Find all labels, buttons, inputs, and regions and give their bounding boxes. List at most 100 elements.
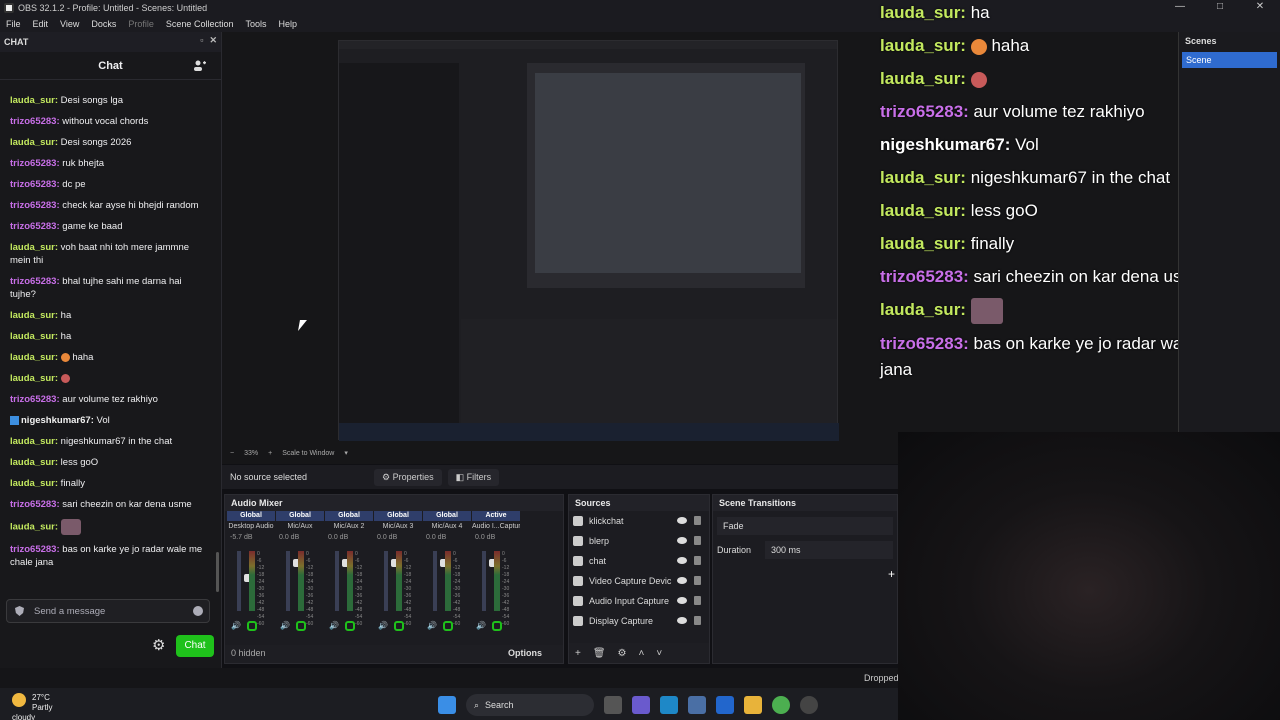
eye-icon[interactable] — [677, 617, 687, 624]
close-dock-icon[interactable]: ✕ — [209, 35, 217, 46]
chat-username[interactable]: lauda_sur: — [10, 137, 58, 148]
emote-picker-icon[interactable] — [193, 606, 203, 616]
channel-name[interactable]: Mic/Aux 2 — [325, 521, 373, 533]
headphones-icon[interactable] — [295, 621, 306, 631]
chat-username[interactable]: trizo65283: — [10, 544, 60, 555]
headphones-icon[interactable] — [393, 621, 404, 631]
scene-item[interactable]: Scene — [1182, 52, 1277, 68]
chat-input[interactable]: Send a message — [6, 599, 210, 623]
speaker-icon[interactable]: 🔊 — [231, 621, 241, 631]
speaker-icon[interactable]: 🔊 — [329, 621, 339, 631]
teams-icon[interactable] — [632, 696, 650, 714]
source-item[interactable]: Video Capture Devic — [569, 571, 709, 591]
chat-username[interactable]: trizo65283: — [10, 221, 60, 232]
channel-name[interactable]: Mic/Aux 3 — [374, 521, 422, 533]
lock-icon[interactable] — [694, 516, 701, 525]
menu-edit[interactable]: Edit — [27, 16, 55, 32]
channel-name[interactable]: Desktop Audio — [227, 521, 275, 533]
source-item[interactable]: Display Capture — [569, 611, 709, 631]
speaker-icon[interactable]: 🔊 — [280, 621, 290, 631]
duration-input[interactable]: 300 ms — [765, 541, 893, 559]
edge-icon[interactable] — [660, 696, 678, 714]
community-icon[interactable] — [193, 59, 207, 73]
channel-name[interactable]: Mic/Aux 4 — [423, 521, 471, 533]
speaker-icon[interactable]: 🔊 — [378, 621, 388, 631]
move-up-icon[interactable]: ˄ — [639, 648, 645, 659]
speaker-icon[interactable]: 🔊 — [476, 621, 486, 631]
zoom-out-button[interactable]: − — [230, 450, 234, 457]
chat-username[interactable]: trizo65283: — [10, 499, 60, 510]
filters-button[interactable]: ◧ Filters — [447, 468, 500, 486]
headphones-icon[interactable] — [491, 621, 502, 631]
volume-fader[interactable] — [335, 551, 352, 611]
chat-username[interactable]: lauda_sur: — [10, 478, 58, 489]
lock-icon[interactable] — [694, 536, 701, 545]
float-dock-icon[interactable]: ▫ — [200, 35, 203, 46]
menu-tools[interactable]: Tools — [239, 16, 272, 32]
source-item[interactable]: blerp — [569, 531, 709, 551]
chrome-icon[interactable] — [772, 696, 790, 714]
chevron-down-icon[interactable]: ▾ — [344, 449, 348, 457]
eye-icon[interactable] — [677, 517, 687, 524]
volume-fader[interactable] — [482, 551, 499, 611]
properties-button[interactable]: ⚙ Properties — [374, 468, 442, 486]
mail-icon[interactable] — [716, 696, 734, 714]
weather-widget[interactable]: 27°C Partly cloudy — [12, 693, 58, 720]
transition-select[interactable]: Fade — [717, 517, 893, 535]
volume-fader[interactable] — [237, 551, 254, 611]
start-icon[interactable] — [438, 696, 456, 714]
channel-name[interactable]: Mic/Aux — [276, 521, 324, 533]
chat-username[interactable]: lauda_sur: — [10, 457, 58, 468]
menu-scene-collection[interactable]: Scene Collection — [160, 16, 240, 32]
chat-username[interactable]: trizo65283: — [10, 394, 60, 405]
lock-icon[interactable] — [694, 616, 701, 625]
volume-fader[interactable] — [286, 551, 303, 611]
menu-file[interactable]: File — [0, 16, 27, 32]
chat-username[interactable]: lauda_sur: — [10, 310, 58, 321]
chat-send-button[interactable]: Chat — [176, 635, 214, 657]
chat-username[interactable]: lauda_sur: — [10, 436, 58, 447]
chat-username[interactable]: lauda_sur: — [10, 373, 58, 384]
chat-username[interactable]: lauda_sur: — [10, 522, 58, 533]
channel-name[interactable]: Audio I...Capture — [472, 521, 520, 533]
chat-scrollbar[interactable] — [216, 552, 219, 592]
menu-profile[interactable]: Profile — [122, 16, 160, 32]
menu-view[interactable]: View — [54, 16, 85, 32]
source-item[interactable]: Audio Input Capture — [569, 591, 709, 611]
headphones-icon[interactable] — [442, 621, 453, 631]
obs-icon[interactable] — [800, 696, 818, 714]
headphones-icon[interactable] — [246, 621, 257, 631]
eye-icon[interactable] — [677, 557, 687, 564]
chat-username[interactable]: nigeshkumar67: — [21, 415, 94, 426]
move-down-icon[interactable]: ˅ — [656, 648, 662, 659]
lock-icon[interactable] — [694, 596, 701, 605]
headphones-icon[interactable] — [344, 621, 355, 631]
chat-username[interactable]: trizo65283: — [10, 158, 60, 169]
add-transition-button[interactable]: + — [888, 567, 895, 581]
chat-username[interactable]: lauda_sur: — [10, 242, 58, 253]
eye-icon[interactable] — [677, 537, 687, 544]
chat-username[interactable]: trizo65283: — [10, 116, 60, 127]
chat-username[interactable]: trizo65283: — [10, 200, 60, 211]
zoom-in-button[interactable]: + — [268, 450, 272, 457]
lock-icon[interactable] — [694, 556, 701, 565]
chat-username[interactable]: lauda_sur: — [10, 352, 58, 363]
gear-icon[interactable]: ⚙ — [618, 648, 627, 659]
trash-icon[interactable]: 🗑 — [593, 648, 606, 659]
chat-username[interactable]: trizo65283: — [10, 179, 60, 190]
volume-fader[interactable] — [384, 551, 401, 611]
chat-username[interactable]: trizo65283: — [10, 276, 60, 287]
menu-help[interactable]: Help — [272, 16, 303, 32]
folder-icon[interactable] — [744, 696, 762, 714]
menu-docks[interactable]: Docks — [85, 16, 122, 32]
eye-icon[interactable] — [677, 597, 687, 604]
chat-username[interactable]: lauda_sur: — [10, 95, 58, 106]
add-source-icon[interactable]: + — [575, 648, 581, 659]
eye-icon[interactable] — [677, 577, 687, 584]
source-item[interactable]: chat — [569, 551, 709, 571]
gear-icon[interactable]: ⚙ — [152, 638, 168, 654]
source-item[interactable]: klickchat — [569, 511, 709, 531]
store-icon[interactable] — [688, 696, 706, 714]
volume-fader[interactable] — [433, 551, 450, 611]
task-view-icon[interactable] — [604, 696, 622, 714]
